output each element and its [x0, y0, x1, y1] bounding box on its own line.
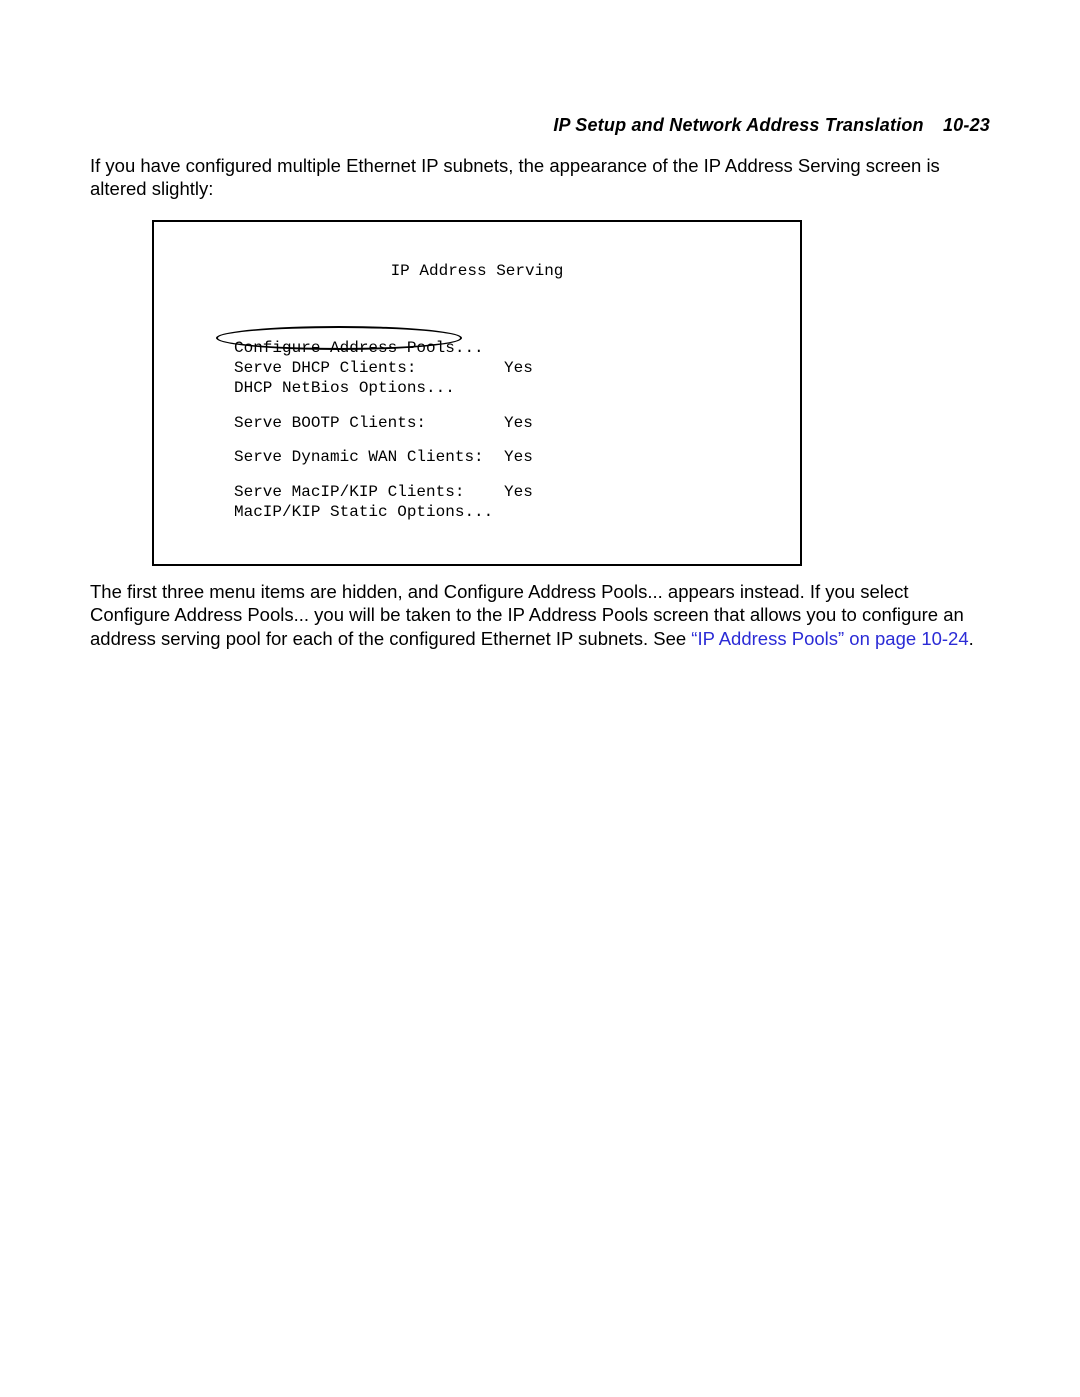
terminal-row-label: DHCP NetBios Options...	[234, 379, 504, 397]
terminal-row-value: Yes	[504, 359, 533, 377]
intro-paragraph: If you have configured multiple Ethernet…	[90, 154, 990, 200]
page: IP Setup and Network Address Translation…	[0, 0, 1080, 1397]
terminal-row-label: Serve BOOTP Clients:	[234, 414, 504, 432]
after-paragraph: The first three menu items are hidden, a…	[90, 580, 990, 649]
terminal-row: Serve DHCP Clients: Yes	[234, 359, 770, 377]
terminal-gap	[234, 434, 770, 448]
terminal-row: Configure Address Pools...	[234, 339, 770, 357]
terminal-row: DHCP NetBios Options...	[234, 379, 770, 397]
terminal-row-value: Yes	[504, 448, 533, 466]
terminal-title: IP Address Serving	[184, 262, 770, 280]
terminal-row-label: MacIP/KIP Static Options...	[234, 503, 504, 521]
terminal-row-value: Yes	[504, 414, 533, 432]
after-paragraph-tail: .	[969, 628, 974, 649]
running-header-page-number: 10-23	[943, 115, 990, 135]
terminal-row-value: Yes	[504, 483, 533, 501]
running-header: IP Setup and Network Address Translation…	[90, 115, 990, 136]
terminal-screenshot: IP Address Serving Configure Address Poo…	[152, 220, 802, 566]
terminal-row: MacIP/KIP Static Options...	[234, 503, 770, 521]
terminal-row-label: Configure Address Pools...	[234, 339, 504, 357]
terminal-row-label: Serve Dynamic WAN Clients:	[234, 448, 504, 466]
terminal-row: Serve Dynamic WAN Clients: Yes	[234, 448, 770, 466]
cross-reference-link[interactable]: “IP Address Pools” on page 10-24	[691, 628, 968, 649]
terminal-row: Serve BOOTP Clients: Yes	[234, 414, 770, 432]
terminal-row-label: Serve DHCP Clients:	[234, 359, 504, 377]
terminal-row: Serve MacIP/KIP Clients: Yes	[234, 483, 770, 501]
terminal-gap	[234, 400, 770, 414]
running-header-title: IP Setup and Network Address Translation	[553, 115, 923, 135]
terminal-gap	[234, 469, 770, 483]
terminal-row-label: Serve MacIP/KIP Clients:	[234, 483, 504, 501]
